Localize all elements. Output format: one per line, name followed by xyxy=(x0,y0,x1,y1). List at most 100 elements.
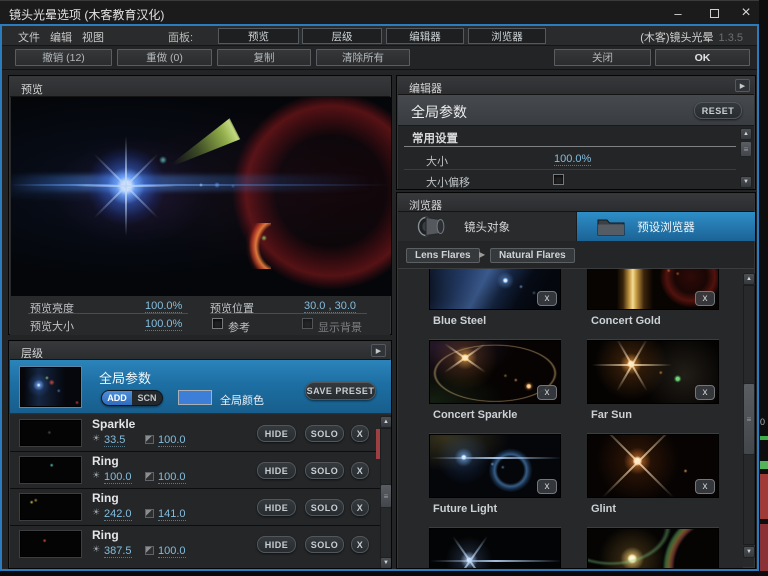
preview-panel-title: 预览 xyxy=(21,81,43,97)
menu-file[interactable]: 文件 xyxy=(18,29,40,45)
stack-scroll-down-button[interactable]: ▼ xyxy=(380,557,392,569)
close-button[interactable]: × xyxy=(730,1,762,25)
panel-toggle-browser[interactable]: 浏览器 xyxy=(468,28,546,44)
preset-thumbnail[interactable]: x xyxy=(587,434,719,498)
layer-thumbnail[interactable] xyxy=(20,420,81,446)
size-value[interactable]: 100.0% xyxy=(554,153,591,166)
preset-thumbnail[interactable] xyxy=(587,528,719,569)
layer-brightness-value[interactable]: 33.5 xyxy=(104,434,125,447)
preset-delete-button[interactable]: x xyxy=(695,479,715,494)
preset-delete-button[interactable]: x xyxy=(537,291,557,306)
editor-panel: 编辑器 ▶ 全局参数 RESET 常用设置 大小 100.0% 大小偏移 ▲ ≡… xyxy=(396,75,756,190)
stack-expand-button[interactable]: ▶ xyxy=(371,344,386,357)
browser-scroll-up-button[interactable]: ▲ xyxy=(743,273,755,285)
preset-thumbnail[interactable] xyxy=(429,528,561,569)
editor-scrollbar-thumb[interactable]: ≡ xyxy=(740,141,752,157)
minimize-button[interactable]: – xyxy=(662,1,694,25)
maximize-button[interactable] xyxy=(698,1,730,25)
show-background-checkbox[interactable] xyxy=(302,318,313,329)
stack-scroll-up-button[interactable]: ▲ xyxy=(380,416,392,428)
preset-delete-button[interactable]: x xyxy=(537,479,557,494)
breadcrumb-natural-flares[interactable]: Natural Flares xyxy=(490,248,575,263)
layer-scale-value[interactable]: 100.0 xyxy=(158,471,186,484)
delete-layer-button[interactable]: X xyxy=(351,536,369,553)
layer-scale-value[interactable]: 100.0 xyxy=(158,545,186,558)
preset-delete-button[interactable]: x xyxy=(695,291,715,306)
delete-layer-button[interactable]: X xyxy=(351,462,369,479)
ok-button[interactable]: OK xyxy=(655,49,750,66)
editor-expand-button[interactable]: ▶ xyxy=(735,79,750,92)
panel-toggle-stack[interactable]: 层级 xyxy=(302,28,382,44)
layer-name: Ring xyxy=(92,454,119,468)
preset-thumbnail[interactable]: x xyxy=(429,269,561,310)
reference-checkbox[interactable] xyxy=(212,318,223,329)
preset-delete-button[interactable]: x xyxy=(537,385,557,400)
global-parameters-row[interactable]: 全局参数 ADD SCN 全局颜色 SAVE PRESET xyxy=(10,360,392,414)
layer-scale-value[interactable]: 141.0 xyxy=(158,508,186,521)
minimize-icon: – xyxy=(674,6,681,21)
preset-thumbnail[interactable]: x xyxy=(429,340,561,404)
stack-row[interactable]: Ring ☀ 387.5 100.0 HIDE SOLO X xyxy=(10,526,383,569)
scn-mode-button[interactable]: SCN xyxy=(132,391,162,405)
solo-button[interactable]: SOLO xyxy=(305,425,344,442)
window-border-bottom xyxy=(0,569,759,571)
delete-layer-button[interactable]: X xyxy=(351,499,369,516)
hide-button[interactable]: HIDE xyxy=(257,536,296,553)
panel-toggle-editor[interactable]: 编辑器 xyxy=(386,28,464,44)
browser-scrollbar-thumb[interactable]: ≡ xyxy=(743,383,755,455)
background-fragment-red2 xyxy=(760,524,768,571)
brightness-icon: ☀ xyxy=(92,433,100,444)
stack-row[interactable]: Ring ☀ 242.0 141.0 HIDE SOLO X xyxy=(10,489,383,526)
preset-delete-button[interactable]: x xyxy=(695,385,715,400)
cancel-button[interactable]: 关闭 xyxy=(554,49,651,66)
layer-thumbnail[interactable] xyxy=(20,531,81,557)
redo-button[interactable]: 重做 (0) xyxy=(117,49,212,66)
undo-button[interactable]: 撤销 (12) xyxy=(15,49,112,66)
preview-canvas[interactable] xyxy=(11,97,391,296)
preview-brightness-value[interactable]: 100.0% xyxy=(145,300,182,313)
layer-brightness-value[interactable]: 242.0 xyxy=(104,508,132,521)
title-bar[interactable]: 镜头光晕选项 (木客教育汉化) – × xyxy=(0,0,759,24)
reset-button[interactable]: RESET xyxy=(694,102,742,119)
editor-scroll-down-button[interactable]: ▼ xyxy=(740,176,752,188)
layer-brightness-value[interactable]: 387.5 xyxy=(104,545,132,558)
stack-row[interactable]: Sparkle ☀ 33.5 100.0 HIDE SOLO X xyxy=(10,415,383,452)
stack-row[interactable]: Ring ☀ 100.0 100.0 HIDE SOLO X xyxy=(10,452,383,489)
size-offset-checkbox[interactable] xyxy=(553,174,564,185)
solo-button[interactable]: SOLO xyxy=(305,499,344,516)
preset-thumbnail[interactable]: x xyxy=(587,340,719,404)
stack-scrollbar-thumb[interactable]: ≡ xyxy=(380,484,392,508)
menu-edit[interactable]: 编辑 xyxy=(50,29,72,45)
duplicate-button[interactable]: 复制 xyxy=(217,49,311,66)
hide-button[interactable]: HIDE xyxy=(257,425,296,442)
global-thumbnail[interactable] xyxy=(20,367,81,407)
tab-preset-browser[interactable]: 预设浏览器 xyxy=(577,212,755,241)
panel-toggle-preview[interactable]: 预览 xyxy=(218,28,299,44)
layer-thumbnail[interactable] xyxy=(20,457,81,483)
layer-thumbnail[interactable] xyxy=(20,494,81,520)
folder-icon xyxy=(595,216,627,237)
preview-position-value[interactable]: 30.0 , 30.0 xyxy=(304,300,356,313)
solo-button[interactable]: SOLO xyxy=(305,462,344,479)
tab-lens-objects[interactable]: 镜头对象 xyxy=(398,212,577,241)
delete-layer-button[interactable]: X xyxy=(351,425,369,442)
preview-size-value[interactable]: 100.0% xyxy=(145,318,182,331)
browser-scroll-down-button[interactable]: ▼ xyxy=(743,546,755,558)
preset-thumbnail[interactable]: x xyxy=(587,269,719,310)
hide-button[interactable]: HIDE xyxy=(257,462,296,479)
browser-panel-title: 浏览器 xyxy=(409,197,442,213)
preset-thumbnail[interactable]: x xyxy=(429,434,561,498)
hide-button[interactable]: HIDE xyxy=(257,499,296,516)
clear-all-button[interactable]: 清除所有 xyxy=(316,49,410,66)
editor-scroll-up-button[interactable]: ▲ xyxy=(740,128,752,140)
solo-button[interactable]: SOLO xyxy=(305,536,344,553)
layer-brightness-value[interactable]: 100.0 xyxy=(104,471,132,484)
breadcrumb-lens-flares[interactable]: Lens Flares xyxy=(406,248,480,263)
global-color-swatch[interactable] xyxy=(178,390,212,405)
layer-scale-value[interactable]: 100.0 xyxy=(158,434,186,447)
add-mode-button[interactable]: ADD xyxy=(102,391,132,405)
save-preset-button[interactable]: SAVE PRESET xyxy=(305,382,376,400)
window-border-left xyxy=(0,24,2,571)
dialog-window: 镜头光晕选项 (木客教育汉化) – × 文件 编辑 视图 面板: 预览 层级 编… xyxy=(0,0,759,571)
menu-view[interactable]: 视图 xyxy=(82,29,104,45)
